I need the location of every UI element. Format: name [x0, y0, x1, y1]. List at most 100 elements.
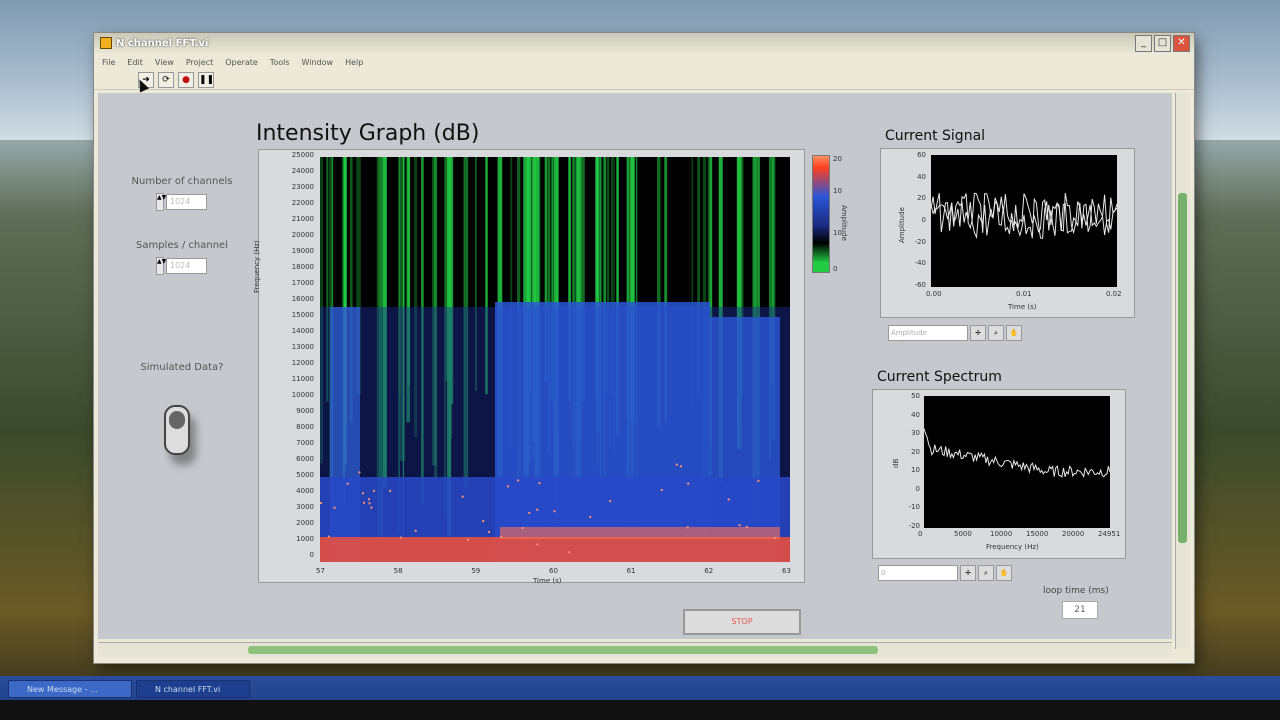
- spectrogram-speck: [367, 498, 370, 501]
- spectrogram-speck: [536, 508, 539, 511]
- spectrum-plot[interactable]: [924, 396, 1110, 528]
- title-bar[interactable]: N channel FFT.vi _ □ ✕: [94, 33, 1194, 53]
- menu-file[interactable]: File: [102, 58, 115, 67]
- simulated-toggle-switch[interactable]: [164, 405, 190, 455]
- taskbar-item-vi[interactable]: N channel FFT.vi: [136, 680, 250, 698]
- intensity-y-tick: 13000: [291, 343, 314, 351]
- pan-tool-icon[interactable]: ✋: [1006, 325, 1022, 341]
- spectrum-y-tick: -10: [908, 503, 920, 512]
- spectrogram-speck: [363, 501, 366, 504]
- intensity-x-tick: 58: [393, 567, 403, 575]
- spectrogram-speck: [358, 471, 361, 474]
- intensity-x-tick: 59: [471, 567, 481, 575]
- menu-help[interactable]: Help: [345, 58, 363, 67]
- spectrum-x-tick: 5000: [954, 530, 972, 538]
- spectrogram-speck: [414, 529, 417, 532]
- num-channels-field[interactable]: 1024: [166, 194, 207, 210]
- spectrogram-speck: [506, 485, 509, 488]
- spectrogram-speck: [687, 482, 690, 485]
- intensity-y-tick: 18000: [291, 263, 314, 271]
- toolbar: ➜ ⟳ ● ❚❚: [94, 70, 1194, 90]
- signal-legend-field[interactable]: Amplitude: [888, 325, 968, 341]
- intensity-y-tick: 5000: [296, 471, 314, 479]
- spectrogram-speck: [487, 530, 490, 533]
- spectrogram-speck: [500, 536, 503, 539]
- spectrum-y-tick: -20: [908, 522, 920, 530]
- spectrogram-speck: [361, 492, 364, 495]
- intensity-x-tick: 60: [549, 567, 558, 575]
- intensity-y-tick: 3000: [296, 503, 314, 511]
- spectrum-legend-field[interactable]: 0: [878, 565, 958, 581]
- intensity-y-tick: 19000: [291, 247, 314, 255]
- intensity-x-tick: 62: [704, 567, 714, 575]
- intensity-y-tick: 2000: [296, 519, 314, 527]
- spectrogram-speck: [327, 535, 330, 538]
- spectrum-y-tick: 0: [915, 484, 920, 493]
- spectrogram-speck: [482, 520, 485, 523]
- intensity-graph-title: Intensity Graph (dB): [256, 121, 480, 146]
- menu-edit[interactable]: Edit: [127, 58, 143, 67]
- signal-graph-title: Current Signal: [885, 128, 986, 144]
- taskbar-item-message[interactable]: New Message - ...: [8, 680, 132, 698]
- samples-field[interactable]: 1024: [166, 258, 207, 274]
- close-button[interactable]: ✕: [1173, 35, 1190, 52]
- window-title: N channel FFT.vi: [116, 37, 209, 49]
- spectrum-y-tick: 30: [911, 429, 920, 438]
- labview-window: N channel FFT.vi _ □ ✕ File Edit View Pr…: [94, 33, 1194, 663]
- intensity-y-tick: 14000: [291, 327, 314, 335]
- spectrogram-speck: [389, 489, 392, 492]
- cursor-tool-icon[interactable]: ✛: [960, 565, 976, 581]
- pause-icon[interactable]: ❚❚: [198, 71, 214, 88]
- spectrogram-lowband: [320, 537, 790, 562]
- cursor-tool-icon[interactable]: ✛: [970, 325, 986, 341]
- signal-x-title: Time (s): [1008, 303, 1037, 311]
- signal-y-tick: 40: [917, 172, 926, 181]
- intensity-x-tick: 63: [782, 567, 791, 575]
- intensity-y-tick: 7000: [296, 439, 314, 447]
- intensity-plot[interactable]: [320, 157, 790, 562]
- spectrogram-lowband: [500, 527, 780, 539]
- loop-time-indicator: 21: [1062, 601, 1098, 619]
- horizontal-scrollbar[interactable]: [98, 642, 1172, 657]
- signal-plot-legend: Amplitude ✛ ⌕ ✋: [888, 325, 1022, 341]
- loop-time-label: loop time (ms): [1043, 586, 1109, 596]
- spectrum-y-tick: 20: [911, 447, 920, 456]
- run-continuous-icon[interactable]: ⟳: [158, 71, 174, 88]
- intensity-y-tick: 12000: [291, 359, 314, 367]
- intensity-y-tick: 21000: [291, 215, 314, 223]
- intensity-y-tick: 22000: [291, 199, 314, 207]
- intensity-y-tick: 17000: [291, 279, 314, 287]
- signal-plot[interactable]: [931, 155, 1117, 287]
- spectrogram-speck: [568, 551, 571, 554]
- zoom-tool-icon[interactable]: ⌕: [978, 565, 994, 581]
- intensity-y-tick: 9000: [296, 407, 314, 415]
- samples-spinner[interactable]: ▲▼: [156, 257, 166, 275]
- pan-tool-icon[interactable]: ✋: [996, 565, 1012, 581]
- intensity-y-tick: 20000: [291, 231, 314, 239]
- spectrogram-speck: [368, 502, 371, 505]
- num-channels-label: Number of channels: [131, 176, 233, 187]
- menu-project[interactable]: Project: [186, 58, 213, 67]
- spectrogram-speck: [675, 463, 678, 466]
- intensity-x-title: Time (s): [533, 577, 562, 585]
- spectrum-x-tick: 0: [918, 530, 923, 538]
- menu-tools[interactable]: Tools: [270, 58, 290, 67]
- stop-button[interactable]: STOP: [683, 609, 801, 635]
- spectrogram-speck: [372, 489, 375, 492]
- spectrogram-speck: [320, 502, 323, 505]
- intensity-y-tick: 23000: [291, 183, 314, 191]
- signal-y-title: Amplitude: [898, 207, 906, 243]
- spectrogram-speck: [536, 543, 539, 546]
- menu-window[interactable]: Window: [302, 58, 334, 67]
- abort-icon[interactable]: ●: [178, 71, 194, 88]
- menu-view[interactable]: View: [155, 58, 174, 67]
- spectrogram-speck: [609, 500, 612, 503]
- menu-operate[interactable]: Operate: [225, 58, 258, 67]
- maximize-button[interactable]: □: [1154, 35, 1171, 52]
- spectrogram-speck: [466, 538, 469, 541]
- zoom-tool-icon[interactable]: ⌕: [988, 325, 1004, 341]
- intensity-x-tick: 57: [316, 567, 325, 575]
- num-channels-spinner[interactable]: ▲▼: [156, 193, 166, 211]
- vertical-scrollbar[interactable]: [1175, 93, 1190, 649]
- minimize-button[interactable]: _: [1135, 35, 1152, 52]
